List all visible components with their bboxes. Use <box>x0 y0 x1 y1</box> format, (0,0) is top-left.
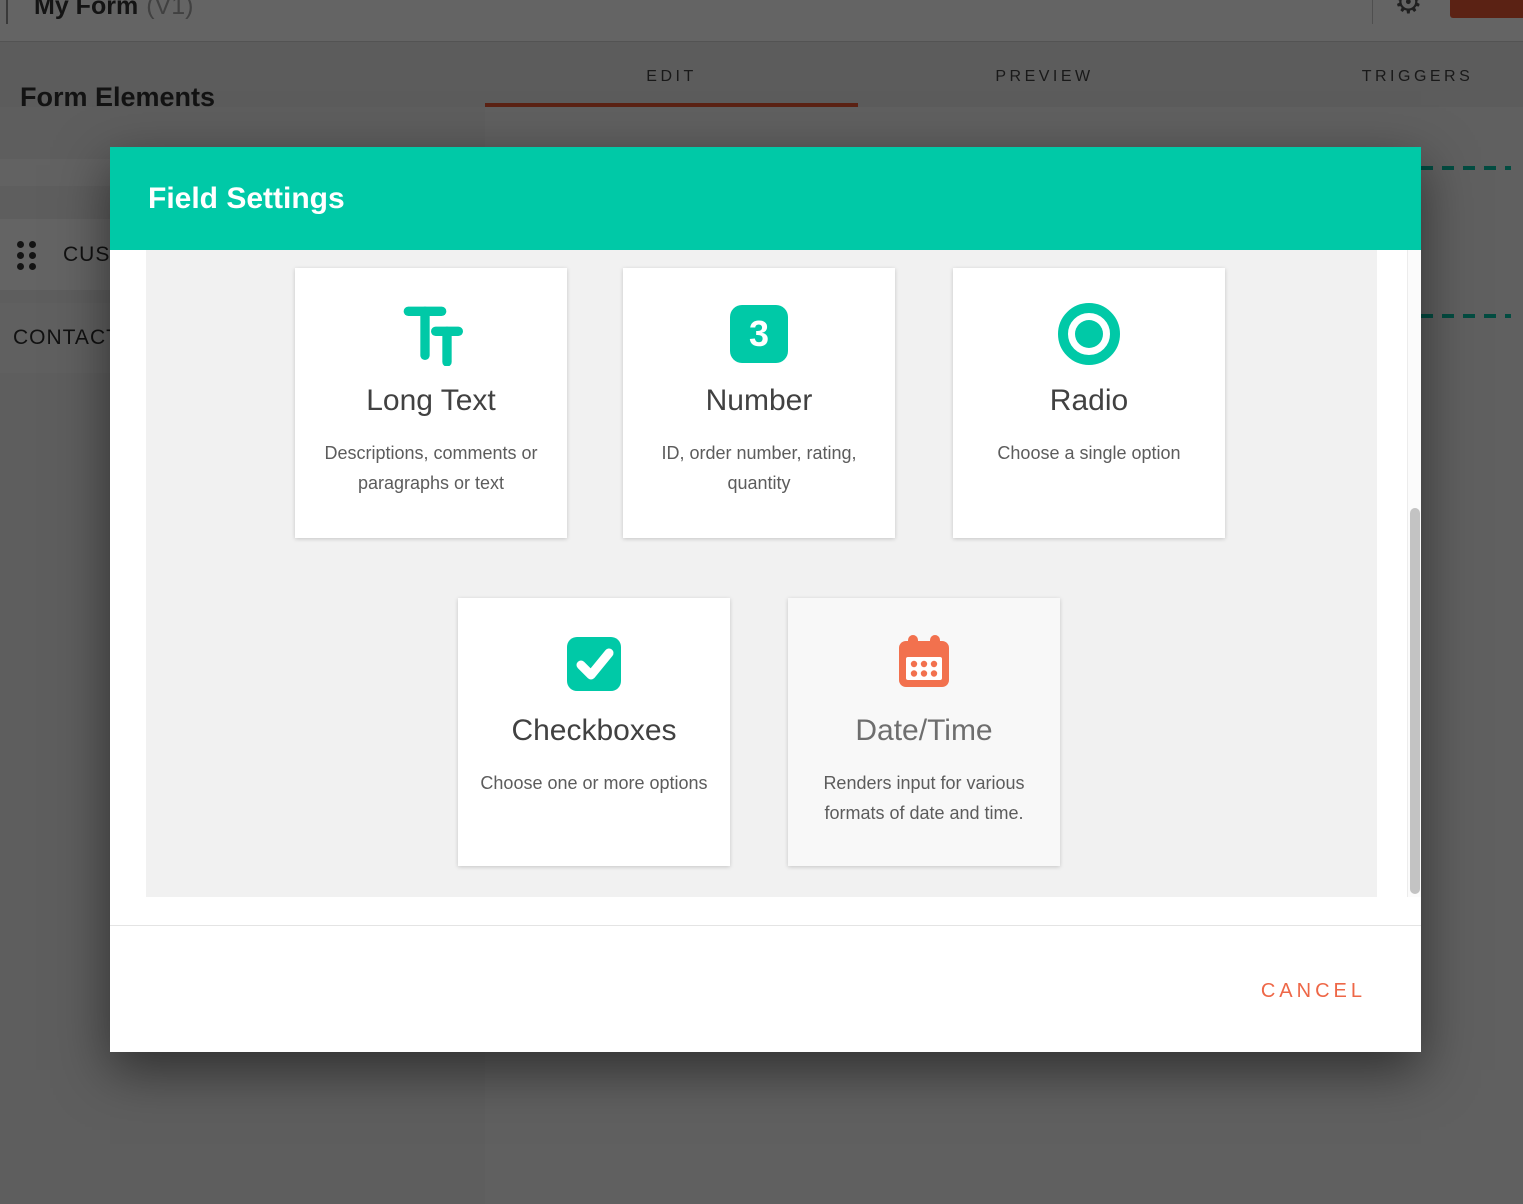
modal-scrollbar-thumb[interactable] <box>1410 508 1420 894</box>
field-card-title: Checkboxes <box>458 714 730 748</box>
radio-icon <box>953 302 1225 366</box>
field-card-description: Descriptions, comments or paragraphs or … <box>295 438 567 498</box>
field-card-checkboxes[interactable]: Checkboxes Choose one or more options <box>458 598 730 866</box>
field-card-long-text[interactable]: Long Text Descriptions, comments or para… <box>295 268 567 538</box>
long-text-icon <box>295 302 567 366</box>
field-card-title: Radio <box>953 384 1225 418</box>
field-card-description: Choose a single option <box>953 438 1225 468</box>
field-card-description: Choose one or more options <box>458 768 730 798</box>
field-card-description: Renders input for various formats of dat… <box>788 768 1060 828</box>
field-card-datetime[interactable]: Date/Time Renders input for various form… <box>788 598 1060 866</box>
calendar-icon <box>788 632 1060 696</box>
field-card-title: Number <box>623 384 895 418</box>
modal-header: Field Settings <box>110 147 1421 250</box>
number-icon: 3 <box>623 302 895 366</box>
field-card-title: Long Text <box>295 384 567 418</box>
field-card-description: ID, order number, rating, quantity <box>623 438 895 498</box>
modal-footer: CANCEL <box>110 925 1421 1052</box>
modal-title: Field Settings <box>148 147 345 250</box>
form-builder-app: My Form(V1) REVISIONS ⚙ PUBLISH Form Ele… <box>0 0 1523 1204</box>
field-settings-modal: Field Settings Long Text Descriptions, c… <box>110 147 1421 1052</box>
checkbox-icon <box>458 632 730 696</box>
field-card-radio[interactable]: Radio Choose a single option <box>953 268 1225 538</box>
field-card-title: Date/Time <box>788 714 1060 748</box>
cancel-button[interactable]: CANCEL <box>1255 979 1372 1004</box>
field-card-number[interactable]: 3 Number ID, order number, rating, quant… <box>623 268 895 538</box>
field-type-list: Long Text Descriptions, comments or para… <box>146 250 1377 897</box>
modal-scrollbar-track[interactable] <box>1407 250 1421 897</box>
